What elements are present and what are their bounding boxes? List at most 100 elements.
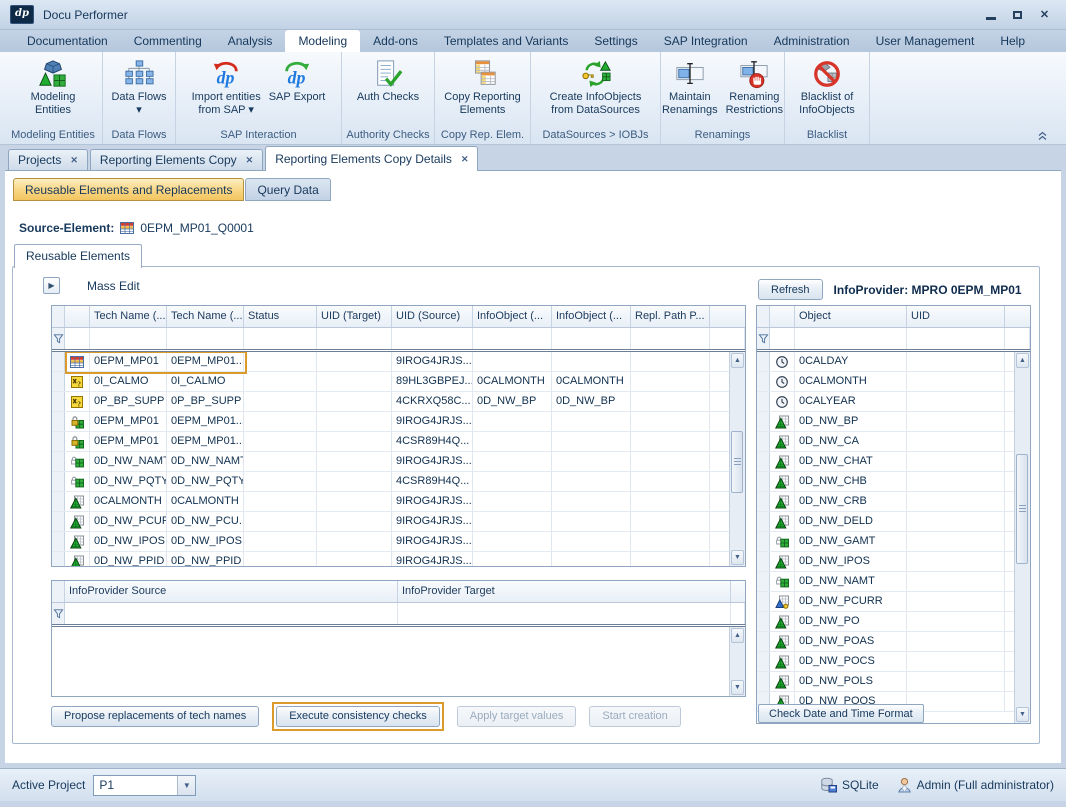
apply-target-values-button[interactable]: Apply target values bbox=[457, 706, 577, 727]
menu-tab-documentation[interactable]: Documentation bbox=[14, 30, 121, 52]
table-row[interactable]: 0D_NW_PQTY0D_NW_PQTY4CSR89H4Q... bbox=[52, 472, 745, 492]
doc-tab-reporting-elements-copy-details[interactable]: Reporting Elements Copy Details✕ bbox=[265, 146, 478, 171]
list-item[interactable]: 0D_NW_IPOS bbox=[757, 552, 1030, 572]
scrollbar[interactable]: ▲▼ bbox=[1014, 352, 1030, 723]
time-characteristic-icon bbox=[775, 395, 789, 409]
ribbon-button-copy-reporting-elements[interactable]: Copy ReportingElements bbox=[441, 56, 523, 118]
table-row[interactable]: 0D_NW_NAMT0D_NW_NAMT9IROG4JRJS... bbox=[52, 452, 745, 472]
table-row[interactable]: 0EPM_MP010EPM_MP01...4CSR89H4Q... bbox=[52, 432, 745, 452]
close-icon[interactable]: ✕ bbox=[246, 155, 254, 166]
ribbon-button-maintain-renamings[interactable]: MaintainRenamings bbox=[659, 56, 721, 118]
list-item[interactable]: 0D_NW_PCURR bbox=[757, 592, 1030, 612]
close-button[interactable]: ✕ bbox=[1035, 7, 1054, 22]
table-row[interactable]: 0CALMONTH0CALMONTH9IROG4JRJS... bbox=[52, 492, 745, 512]
list-item[interactable]: 0CALMONTH bbox=[757, 372, 1030, 392]
table-row[interactable]: 0EPM_MP010EPM_MP01...9IROG4JRJS... bbox=[52, 412, 745, 432]
menu-tab-modeling[interactable]: Modeling bbox=[285, 30, 360, 52]
table-row[interactable]: ?0P_BP_SUPP0P_BP_SUPP4CKRXQ58C...0D_NW_B… bbox=[52, 392, 745, 412]
restore-button[interactable] bbox=[1008, 7, 1027, 22]
ribbon-group-caption: Copy Rep. Elem. bbox=[435, 128, 530, 144]
scrollbar[interactable]: ▲▼ bbox=[729, 627, 745, 696]
scroll-down-icon[interactable]: ▼ bbox=[731, 680, 744, 695]
list-item[interactable]: 0D_NW_POLS bbox=[757, 672, 1030, 692]
characteristic-icon bbox=[70, 555, 84, 567]
time-characteristic-icon bbox=[775, 375, 789, 389]
ribbon-button-auth-checks[interactable]: Auth Checks bbox=[354, 56, 422, 105]
list-item[interactable]: 0D_NW_BP bbox=[757, 412, 1030, 432]
combo-dropdown-icon[interactable]: ▼ bbox=[177, 776, 195, 795]
doc-tab-reporting-elements-copy[interactable]: Reporting Elements Copy✕ bbox=[90, 149, 263, 170]
table-row[interactable]: 0D_NW_PCUR0D_NW_PCU...9IROG4JRJS... bbox=[52, 512, 745, 532]
list-item[interactable]: 0D_NW_PO bbox=[757, 612, 1030, 632]
tab-reusable-elements[interactable]: Reusable Elements bbox=[14, 244, 142, 268]
scroll-down-icon[interactable]: ▼ bbox=[1016, 707, 1029, 722]
check-date-button[interactable]: Check Date and Time Format bbox=[758, 704, 924, 723]
doc-tab-projects[interactable]: Projects✕ bbox=[8, 149, 88, 170]
infoprovider-mapping-filter-row[interactable] bbox=[52, 603, 745, 627]
list-item[interactable]: 0CALDAY bbox=[757, 352, 1030, 372]
menu-tab-user-management[interactable]: User Management bbox=[863, 30, 988, 52]
ribbon: ModelingEntitiesModeling EntitiesData Fl… bbox=[0, 52, 1066, 145]
menu-tab-help[interactable]: Help bbox=[987, 30, 1038, 52]
scroll-up-icon[interactable]: ▲ bbox=[731, 353, 744, 368]
scroll-thumb[interactable] bbox=[731, 431, 743, 493]
menu-tab-templates-and-variants[interactable]: Templates and Variants bbox=[431, 30, 582, 52]
create-infoobjects-icon bbox=[581, 57, 611, 91]
ribbon-button-data-flows[interactable]: Data Flows▾ bbox=[108, 56, 169, 118]
menu-tab-analysis[interactable]: Analysis bbox=[215, 30, 286, 52]
reporting-element-icon bbox=[70, 355, 84, 369]
tab-query-data[interactable]: Query Data bbox=[245, 178, 330, 201]
close-icon[interactable]: ✕ bbox=[70, 155, 78, 166]
list-item[interactable]: 0D_NW_DELD bbox=[757, 512, 1030, 532]
database-status[interactable]: SQLite bbox=[820, 777, 879, 793]
list-item[interactable]: 0D_NW_CRB bbox=[757, 492, 1030, 512]
refresh-button[interactable]: Refresh bbox=[758, 279, 823, 300]
propose-replacements-of-tech-names-button[interactable]: Propose replacements of tech names bbox=[51, 706, 259, 727]
ribbon-button-create-infoobjects-from-datasources[interactable]: Create InfoObjectsfrom DataSources bbox=[547, 56, 645, 118]
ribbon-button-import-entities-from-sap[interactable]: dpImport entitiesfrom SAP ▾ bbox=[189, 56, 264, 118]
list-item[interactable]: 0D_NW_CA bbox=[757, 432, 1030, 452]
reusable-elements-panel: ▶ Mass Edit Tech Name (...Tech Name (...… bbox=[12, 266, 1040, 744]
list-item[interactable]: 0CALYEAR bbox=[757, 392, 1030, 412]
execute-consistency-checks-button[interactable]: Execute consistency checks bbox=[276, 706, 440, 727]
reusable-elements-filter-row[interactable] bbox=[52, 328, 745, 352]
list-item[interactable]: 0D_NW_NAMT bbox=[757, 572, 1030, 592]
list-item[interactable]: 0D_NW_POAS bbox=[757, 632, 1030, 652]
menu-tab-add-ons[interactable]: Add-ons bbox=[360, 30, 431, 52]
source-element-row: Source-Element: 0EPM_MP01_Q0001 bbox=[19, 221, 254, 235]
ribbon-group-sap-interaction: dpImport entitiesfrom SAP ▾dpSAP ExportS… bbox=[176, 52, 342, 144]
scroll-up-icon[interactable]: ▲ bbox=[1016, 353, 1029, 368]
ribbon-button-renaming-restrictions[interactable]: RenamingRestrictions bbox=[723, 56, 786, 118]
table-row[interactable]: 0EPM_MP010EPM_MP01...9IROG4JRJS... bbox=[52, 352, 745, 372]
table-row[interactable]: ?0I_CALMO0I_CALMO89HL3GBPEJ...0CALMONTH0… bbox=[52, 372, 745, 392]
mass-edit-expander[interactable]: ▶ bbox=[43, 277, 60, 294]
list-item[interactable]: 0D_NW_CHAT bbox=[757, 452, 1030, 472]
ribbon-collapse-icon[interactable] bbox=[1037, 128, 1048, 801]
table-row[interactable]: 0D_NW_PPID0D_NW_PPID9IROG4JRJS... bbox=[52, 552, 745, 566]
ribbon-button-modeling-entities[interactable]: ModelingEntities bbox=[28, 56, 79, 118]
ribbon-button-sap-export[interactable]: dpSAP Export bbox=[266, 56, 329, 105]
scroll-down-icon[interactable]: ▼ bbox=[731, 550, 744, 565]
start-creation-button[interactable]: Start creation bbox=[589, 706, 680, 727]
tab-reusable-elements-and-replacements[interactable]: Reusable Elements and Replacements bbox=[13, 178, 244, 201]
characteristic-icon bbox=[775, 455, 789, 469]
minimize-button[interactable] bbox=[981, 7, 1000, 22]
scroll-thumb[interactable] bbox=[1016, 454, 1028, 564]
ribbon-button-blacklist-of-infoobjects[interactable]: Blacklist ofInfoObjects bbox=[796, 56, 858, 118]
active-project-combo[interactable]: P1 ▼ bbox=[93, 775, 196, 796]
list-item[interactable]: 0D_NW_GAMT bbox=[757, 532, 1030, 552]
menu-tab-settings[interactable]: Settings bbox=[581, 30, 650, 52]
list-item[interactable]: 0D_NW_CHB bbox=[757, 472, 1030, 492]
close-icon[interactable]: ✕ bbox=[461, 154, 469, 165]
menu-tab-sap-integration[interactable]: SAP Integration bbox=[651, 30, 761, 52]
list-item[interactable]: 0D_NW_POCS bbox=[757, 652, 1030, 672]
menu-tab-commenting[interactable]: Commenting bbox=[121, 30, 215, 52]
detail-tab-bar: Reusable Elements and ReplacementsQuery … bbox=[13, 178, 332, 201]
scroll-up-icon[interactable]: ▲ bbox=[731, 628, 744, 643]
infoprovider-objects-filter-row[interactable] bbox=[757, 328, 1030, 352]
scrollbar[interactable]: ▲▼ bbox=[729, 352, 745, 566]
user-status[interactable]: Admin (Full administrator) bbox=[897, 777, 1054, 793]
ribbon-group-data-flows: Data Flows▾Data Flows bbox=[103, 52, 176, 144]
table-row[interactable]: 0D_NW_IPOS0D_NW_IPOS9IROG4JRJS... bbox=[52, 532, 745, 552]
menu-tab-administration[interactable]: Administration bbox=[761, 30, 863, 52]
